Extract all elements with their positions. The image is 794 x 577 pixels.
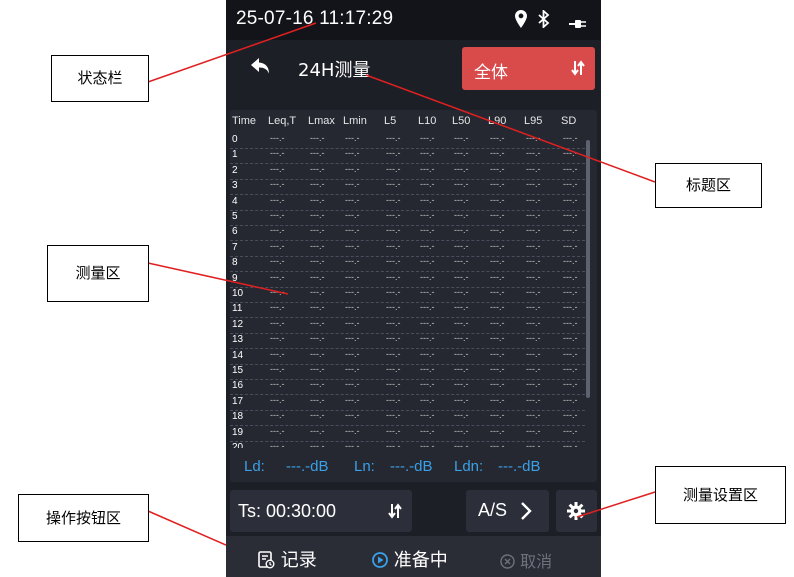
measure-area-leader-line: [147, 262, 289, 295]
settings-area-leader-line: [576, 491, 656, 518]
callout-settings-area: 测量设置区: [655, 466, 786, 524]
callout-operation-area: 操作按钮区: [18, 494, 149, 542]
operation-area-leader-line: [147, 510, 227, 546]
title-area-leader-line: [365, 74, 656, 183]
callout-measure-area: 测量区: [47, 245, 149, 302]
callout-title-area: 标题区: [655, 163, 762, 208]
callout-status-bar: 状态栏: [51, 55, 149, 102]
status-bar-leader-line: [147, 22, 317, 83]
